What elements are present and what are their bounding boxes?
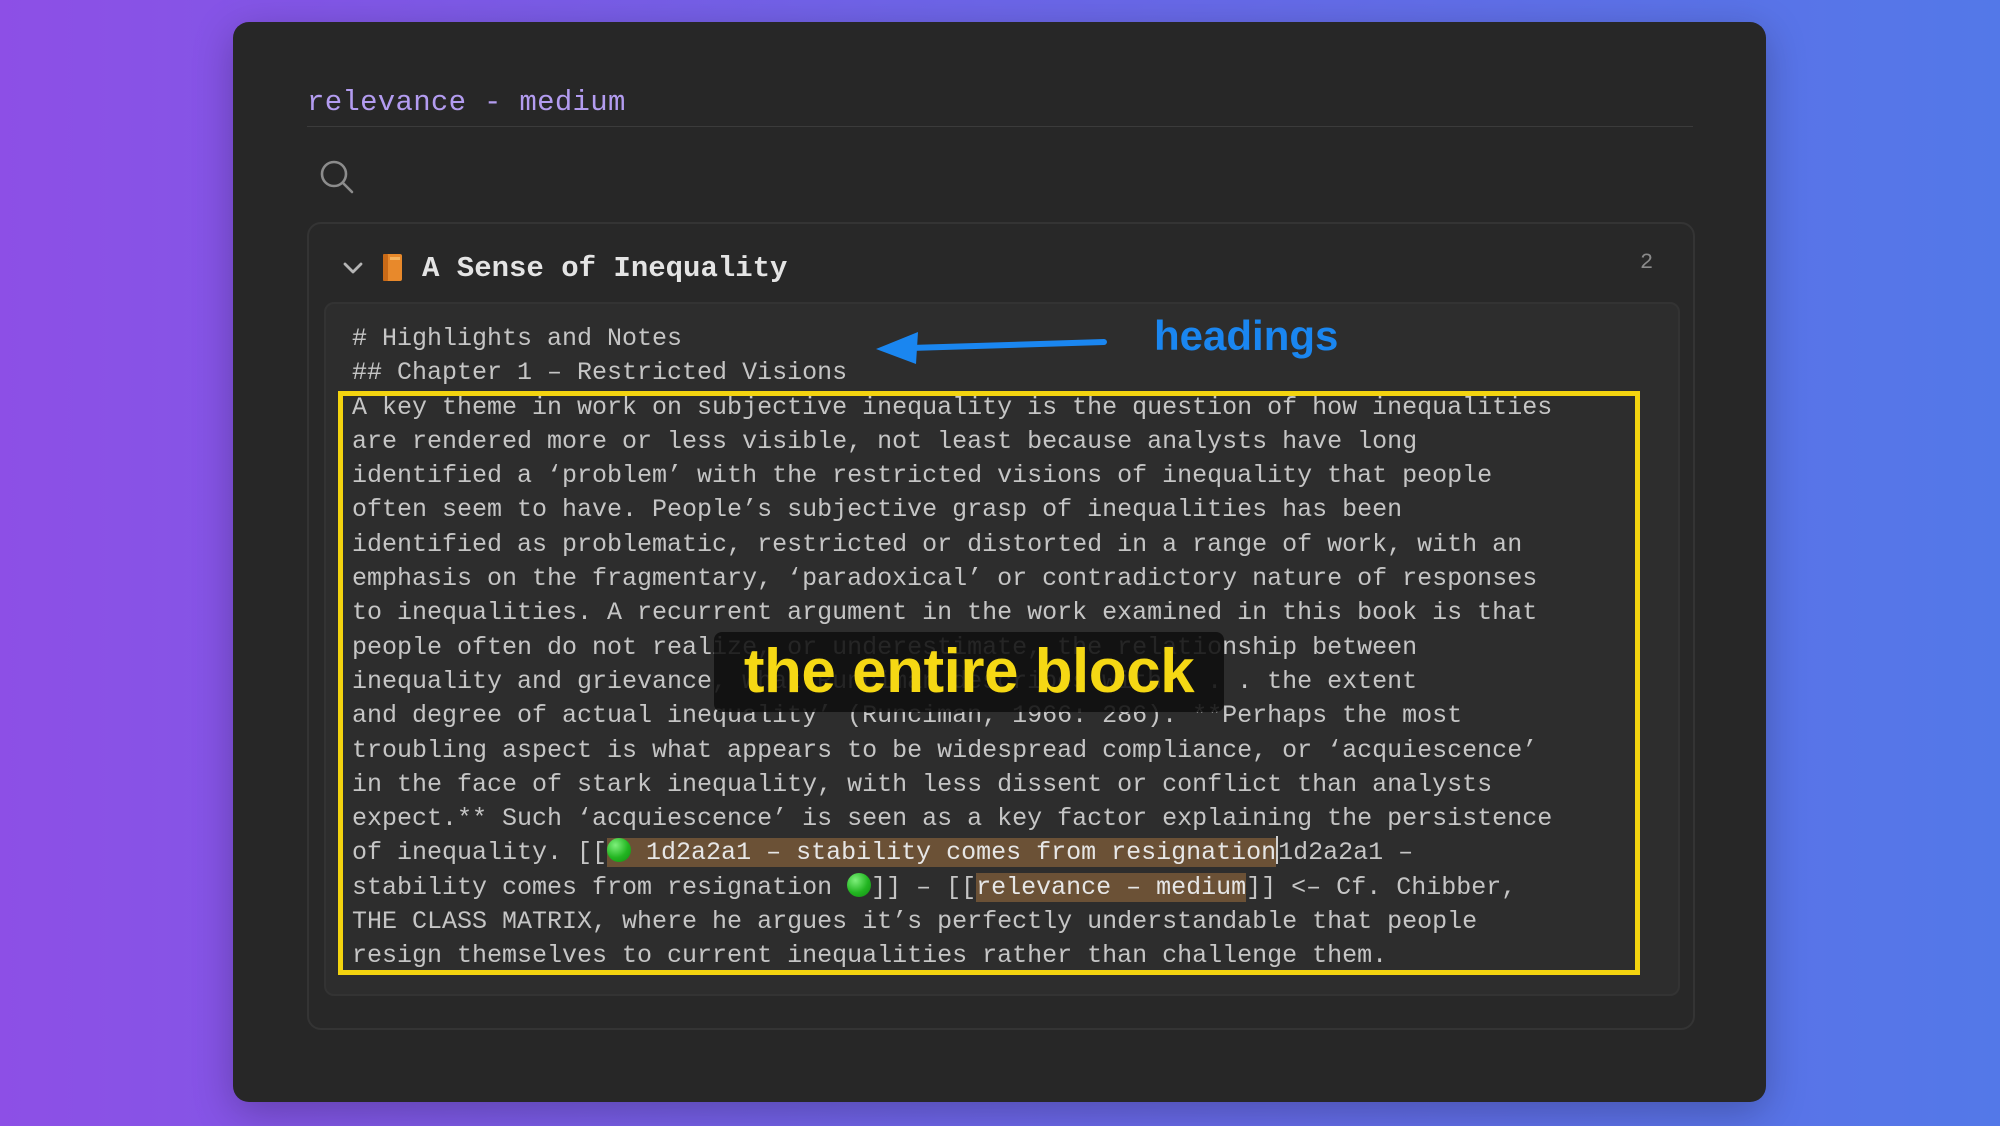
block-callout-label: the entire block	[743, 637, 1195, 706]
result-header[interactable]: A Sense of Inequality	[340, 248, 787, 288]
heading-line: ## Chapter 1 – Restricted Visions	[352, 358, 848, 388]
match-count: 2	[1640, 250, 1654, 275]
title-divider	[307, 126, 1693, 127]
search-icon[interactable]	[318, 158, 356, 196]
book-icon	[383, 254, 402, 281]
arrow-left-icon	[876, 332, 1107, 364]
note-title[interactable]: relevance - medium	[307, 86, 626, 119]
chevron-down-icon[interactable]	[340, 255, 366, 281]
heading-line: # Highlights and Notes	[352, 324, 683, 353]
headings-annotation-label: headings	[1154, 312, 1339, 359]
result-file-title[interactable]: A Sense of Inequality	[422, 252, 787, 285]
